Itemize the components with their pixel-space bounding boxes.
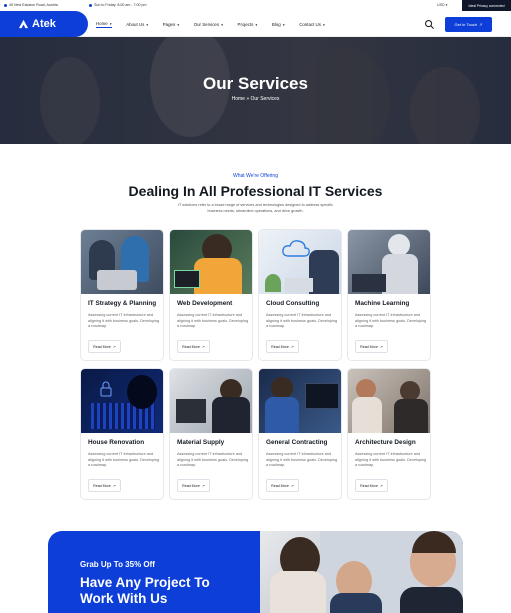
service-title: Architecture Design bbox=[355, 439, 416, 446]
arrow-up-right-icon: ↗ bbox=[379, 483, 383, 488]
service-card[interactable]: IT Strategy & Planning Assessing current… bbox=[80, 229, 164, 361]
service-title: House Renovation bbox=[88, 439, 145, 446]
breadcrumb-home[interactable]: Home bbox=[232, 96, 245, 102]
chevron-down-icon: ▼ bbox=[282, 22, 286, 27]
promo-photo bbox=[260, 531, 463, 613]
service-title: Material Supply bbox=[177, 439, 225, 446]
read-more-button[interactable]: Read More ↗ bbox=[88, 340, 121, 353]
currency-select[interactable]: USD ▾ bbox=[437, 3, 447, 7]
arrow-up-right-icon: ↗ bbox=[479, 22, 483, 27]
arrow-up-right-icon: ↗ bbox=[201, 344, 205, 349]
service-card[interactable]: Cloud Consulting Assessing current IT in… bbox=[258, 229, 342, 361]
cloud-icon bbox=[282, 240, 310, 257]
nav-item-pages[interactable]: Pages ▼ bbox=[163, 21, 180, 28]
chevron-down-icon: ▼ bbox=[145, 22, 149, 27]
promo-headline: Have Any Project To Work With Us bbox=[80, 575, 210, 606]
read-more-button[interactable]: Read More ↗ bbox=[355, 479, 388, 492]
address-info: 45 New Eskaton Road, Austria bbox=[4, 3, 58, 7]
chevron-down-icon: ▼ bbox=[109, 21, 113, 26]
logo[interactable]: Atek bbox=[0, 11, 88, 37]
main-header: Atek Home ▼ About Us ▼ Pages ▼ Our Services… bbox=[0, 11, 511, 37]
read-more-button[interactable]: Read More ↗ bbox=[177, 340, 210, 353]
chevron-down-icon: ▼ bbox=[254, 22, 258, 27]
chevron-down-icon: ▼ bbox=[176, 22, 180, 27]
service-description: Assessing current IT infrastructure and … bbox=[266, 452, 338, 468]
breadcrumb-current: Our Services bbox=[250, 96, 280, 102]
get-in-touch-button[interactable]: Get In Touch ↗ bbox=[445, 17, 492, 32]
read-more-button[interactable]: Read More ↗ bbox=[266, 340, 299, 353]
read-more-button[interactable]: Read More ↗ bbox=[88, 479, 121, 492]
service-description: Assessing current IT infrastructure and … bbox=[177, 313, 249, 329]
section-description: IT solutions refer to a broad range of s… bbox=[177, 203, 334, 213]
lock-icon bbox=[100, 381, 112, 397]
service-description: Assessing current IT infrastructure and … bbox=[355, 313, 427, 329]
hours-text: Sun to Friday: 8:00 am - 7:00 pm bbox=[94, 3, 147, 7]
service-image bbox=[259, 230, 341, 294]
service-title: Web Development bbox=[177, 300, 233, 307]
service-description: Assessing current IT infrastructure and … bbox=[88, 313, 160, 329]
service-card[interactable]: General Contracting Assessing current IT… bbox=[258, 368, 342, 500]
read-more-button[interactable]: Read More ↗ bbox=[177, 479, 210, 492]
promo-banner: Grab Up To 35% Off Have Any Project To W… bbox=[48, 531, 463, 613]
service-description: Assessing current IT infrastructure and … bbox=[88, 452, 160, 468]
service-card[interactable]: Web Development Assessing current IT inf… bbox=[169, 229, 253, 361]
nav-item-projects[interactable]: Projects ▼ bbox=[238, 21, 258, 28]
service-image bbox=[259, 369, 341, 433]
main-nav: Home ▼ About Us ▼ Pages ▼ Our Services ▼ Pro… bbox=[96, 21, 339, 28]
service-description: Assessing current IT infrastructure and … bbox=[266, 313, 338, 329]
service-image bbox=[348, 369, 430, 433]
service-card[interactable]: Architecture Design Assessing current IT… bbox=[347, 368, 431, 500]
service-description: Assessing current IT infrastructure and … bbox=[177, 452, 249, 468]
nav-item-services[interactable]: Our Services ▼ bbox=[194, 21, 224, 28]
service-card[interactable]: House Renovation Assessing current IT in… bbox=[80, 368, 164, 500]
service-image bbox=[81, 230, 163, 294]
hours-info: Sun to Friday: 8:00 am - 7:00 pm bbox=[89, 3, 147, 7]
nav-item-blog[interactable]: Blog ▼ bbox=[272, 21, 285, 28]
read-more-button[interactable]: Read More ↗ bbox=[355, 340, 388, 353]
top-bar: 45 New Eskaton Road, Austria Sun to Frid… bbox=[0, 0, 511, 11]
service-description: Assessing current IT infrastructure and … bbox=[355, 452, 427, 468]
service-image bbox=[170, 230, 252, 294]
service-title: Machine Learning bbox=[355, 300, 410, 307]
nav-item-contact[interactable]: Contact Us ▼ bbox=[299, 21, 325, 28]
service-image bbox=[348, 230, 430, 294]
nav-item-home[interactable]: Home ▼ bbox=[96, 21, 113, 28]
page-title: Our Services bbox=[203, 74, 308, 93]
nav-item-about[interactable]: About Us ▼ bbox=[126, 21, 149, 28]
arrow-up-right-icon: ↗ bbox=[112, 483, 116, 488]
promo-kicker: Grab Up To 35% Off bbox=[80, 560, 155, 569]
logo-text: Atek bbox=[32, 18, 56, 30]
section-title: Dealing In All Professional IT Services bbox=[128, 183, 383, 199]
arrow-up-right-icon: ↗ bbox=[379, 344, 383, 349]
arrow-up-right-icon: ↗ bbox=[290, 344, 294, 349]
chevron-down-icon: ▾ bbox=[445, 3, 448, 7]
location-icon bbox=[4, 3, 7, 7]
service-title: General Contracting bbox=[266, 439, 328, 446]
service-card[interactable]: Machine Learning Assessing current IT in… bbox=[347, 229, 431, 361]
arrow-up-right-icon: ↗ bbox=[290, 483, 294, 488]
address-text: 45 New Eskaton Road, Austria bbox=[9, 3, 58, 7]
clock-icon bbox=[89, 3, 92, 7]
service-image bbox=[81, 369, 163, 433]
connection-badge: Ideal Privacy connected bbox=[462, 0, 511, 11]
chevron-down-icon: ▼ bbox=[220, 22, 224, 27]
arrow-up-right-icon: ↗ bbox=[201, 483, 205, 488]
search-icon[interactable] bbox=[424, 19, 435, 30]
service-title: IT Strategy & Planning bbox=[88, 300, 157, 307]
chevron-down-icon: ▼ bbox=[322, 22, 326, 27]
breadcrumb: Home » Our Services bbox=[0, 96, 511, 102]
service-image bbox=[170, 369, 252, 433]
service-card[interactable]: Material Supply Assessing current IT inf… bbox=[169, 368, 253, 500]
arrow-up-right-icon: ↗ bbox=[112, 344, 116, 349]
service-title: Cloud Consulting bbox=[266, 300, 320, 307]
read-more-button[interactable]: Read More ↗ bbox=[266, 479, 299, 492]
breadcrumb-separator: » bbox=[246, 96, 250, 102]
logo-icon bbox=[18, 19, 29, 29]
section-kicker: What We're Offering bbox=[233, 173, 278, 179]
